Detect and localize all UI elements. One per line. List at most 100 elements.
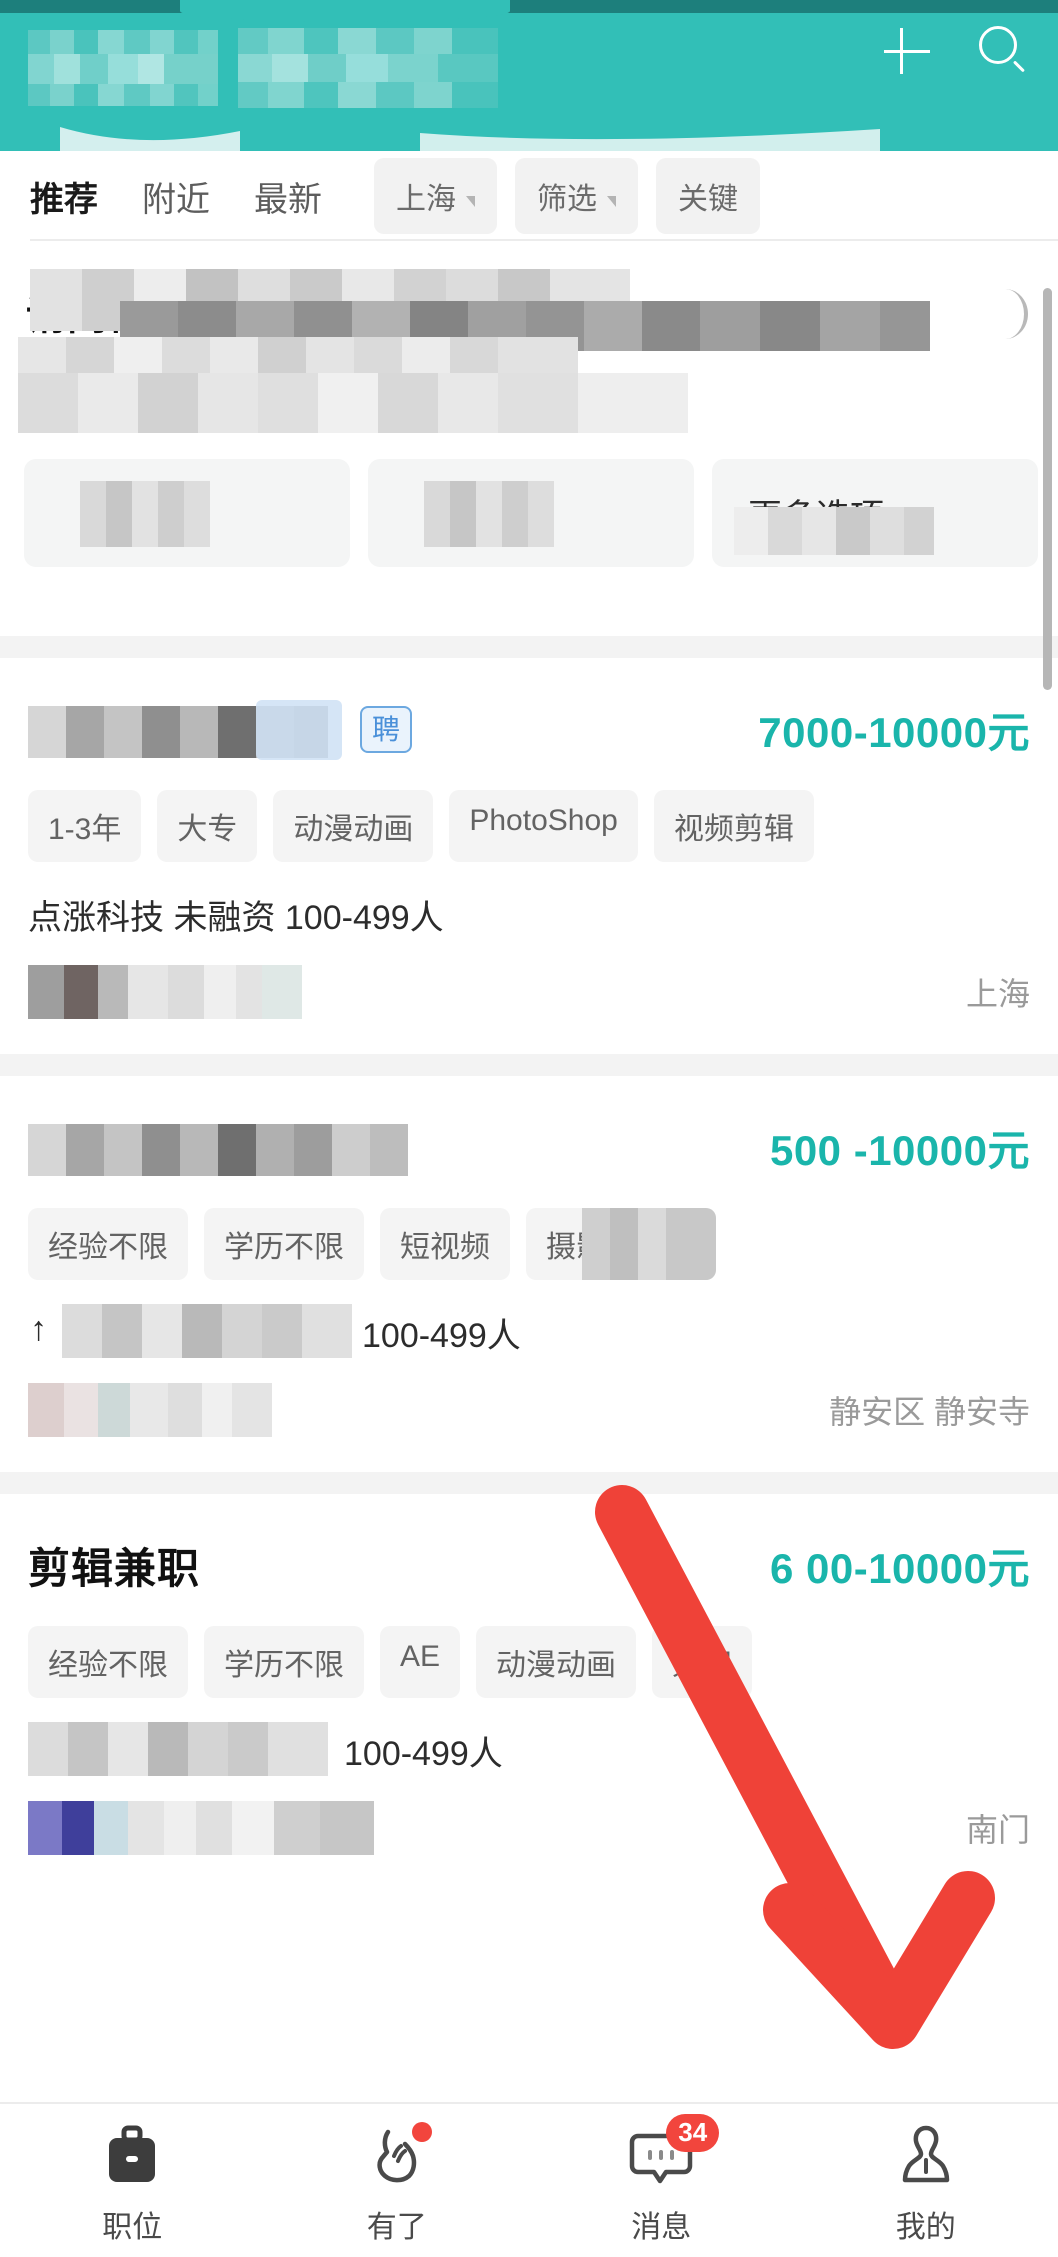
chat-bubble-icon: 34	[628, 2114, 720, 2188]
job-3-footer: 南门	[28, 1800, 1030, 1856]
job-2-hr-censor	[28, 1383, 272, 1437]
job-2-footer: 静安区 静安寺	[28, 1382, 1030, 1438]
survey-option-1-censor	[80, 481, 210, 547]
job-2-tag-2: 短视频	[380, 1208, 510, 1280]
nav-item-youle[interactable]: 有了	[265, 2122, 530, 2246]
nav-item-jobs[interactable]: 职位	[0, 2122, 265, 2246]
job-2-salary: 500 -10000元	[769, 1126, 1030, 1174]
search-icon-circle	[979, 26, 1017, 64]
header-band-notch	[180, 0, 510, 22]
survey-option-2-censor	[424, 481, 554, 547]
job-3-tag-3: 动漫动画	[476, 1626, 637, 1698]
survey-option-1[interactable]	[24, 459, 350, 567]
job-3-tag-2: AE	[380, 1626, 461, 1698]
app-root: 推荐 附近 最新 上海 筛选 关键 请问你喜 哪三类型的职	[0, 0, 1058, 2257]
header-title-censored-2	[238, 28, 498, 108]
job-3-header: 剪辑兼职 6 00-10000元	[28, 1534, 1030, 1596]
header-wave-decoration	[60, 127, 880, 151]
survey-card[interactable]: 请问你喜 哪三类型的职 更多选项	[0, 241, 1058, 636]
job-1-tag-1: 大专	[157, 790, 258, 862]
job-1-hr-censor	[28, 965, 302, 1019]
job-2-tags: 经验不限 学历不限 短视频 摄影	[28, 1208, 1030, 1280]
job-2-company-caret-icon: ↑	[30, 1310, 47, 1348]
job-3-title-wrap: 剪辑兼职	[28, 1534, 200, 1596]
tab-nearby[interactable]: 附近	[142, 172, 210, 221]
filter-chip-group: 上海 筛选 关键	[374, 158, 760, 234]
section-divider-3	[0, 1472, 1058, 1494]
job-3-hr-censor	[28, 1801, 374, 1855]
job-1-tag-4: 视频剪辑	[653, 790, 814, 862]
survey-option-more[interactable]: 更多选项	[712, 459, 1038, 567]
job-2-location: 静安区 静安寺	[829, 1394, 1030, 1430]
bottom-navigation: 职位 有了 34 消息 我的	[0, 2102, 1058, 2257]
chip-keyword-label: 关键	[678, 183, 738, 216]
job-3-title: 剪辑兼职	[28, 1544, 201, 1592]
chip-filter[interactable]: 筛选	[515, 158, 638, 234]
job-2-company-line: ↑ 100-499人	[28, 1304, 1030, 1358]
job-2-tag-0: 经验不限	[28, 1208, 188, 1280]
app-header	[0, 0, 1058, 151]
job-2-company: 100-499人	[362, 1317, 521, 1355]
header-top-band	[0, 0, 1058, 22]
nav-item-profile[interactable]: 我的	[794, 2122, 1058, 2246]
nav-messages-badge: 34	[666, 2114, 720, 2152]
nav-label-jobs: 职位	[102, 2211, 163, 2244]
job-1-tag-3: PhotoShop	[449, 790, 638, 862]
chevron-right-icon	[990, 289, 1028, 339]
job-3-tag-4: 兼职	[652, 1626, 753, 1698]
job-3-company: 100-499人	[344, 1735, 503, 1773]
job-card-3[interactable]: 剪辑兼职 6 00-10000元 经验不限 学历不限 AE 动漫动画 兼职 10…	[0, 1494, 1058, 1890]
job-3-company-line: 100-499人	[28, 1722, 1030, 1776]
section-divider-1	[0, 636, 1058, 658]
chip-city[interactable]: 上海	[374, 158, 497, 234]
job-2-tag-3-censor	[582, 1208, 716, 1280]
job-3-company-censor	[28, 1722, 328, 1776]
chevron-down-icon	[607, 195, 616, 207]
chip-city-label: 上海	[396, 183, 456, 216]
job-3-location: 南门	[965, 1812, 1030, 1848]
job-3-tags: 经验不限 学历不限 AE 动漫动画 兼职	[28, 1626, 1030, 1698]
job-2-title-censor	[28, 1124, 408, 1176]
job-card-2[interactable]: 摄影助 500 -10000元 经验不限 学历不限 短视频 摄影 ↑ 100-4…	[0, 1076, 1058, 1472]
chip-keyword[interactable]: 关键	[656, 158, 760, 234]
job-1-footer: 上海	[28, 964, 1030, 1020]
job-1-title-wrap: 聘	[28, 698, 413, 760]
filter-tabbar: 推荐 附近 最新 上海 筛选 关键	[0, 151, 1058, 241]
job-1-salary: 7000-10000元	[758, 708, 1030, 756]
header-title-censored-1	[28, 30, 218, 106]
nav-label-youle: 有了	[366, 2211, 427, 2244]
tab-recommend[interactable]: 推荐	[30, 172, 98, 221]
search-icon-handle	[1012, 60, 1025, 73]
nav-youle-dot	[411, 2122, 432, 2142]
briefcase-icon	[99, 2122, 165, 2188]
search-icon[interactable]	[974, 22, 1032, 80]
job-2-tag-3: 摄影	[526, 1208, 716, 1280]
plus-icon[interactable]	[878, 22, 936, 80]
nav-item-messages[interactable]: 34 消息	[529, 2114, 794, 2246]
tab-latest[interactable]: 最新	[254, 172, 322, 221]
job-2-tag-1: 学历不限	[204, 1208, 364, 1280]
job-1-pin-badge: 聘	[360, 705, 413, 753]
job-1-company: 点涨科技 未融资 100-499人	[28, 899, 444, 937]
nav-label-profile: 我的	[895, 2211, 956, 2244]
job-1-pin-badge-censor	[256, 700, 342, 760]
header-actions	[878, 22, 1032, 80]
job-1-header: 聘 7000-10000元	[28, 698, 1030, 760]
job-1-company-line: 点涨科技 未融资 100-499人	[28, 890, 1030, 937]
section-divider-2	[0, 1054, 1058, 1076]
survey-option-2[interactable]	[368, 459, 694, 567]
job-3-salary: 6 00-10000元	[769, 1544, 1030, 1592]
job-1-tags: 1-3年 大专 动漫动画 PhotoShop 视频剪辑	[28, 790, 1030, 862]
job-2-header: 摄影助 500 -10000元	[28, 1116, 1030, 1178]
job-3-tag-0: 经验不限	[28, 1626, 188, 1698]
survey-option-list: 更多选项	[24, 459, 1038, 567]
hand-tap-icon	[364, 2122, 432, 2188]
job-1-tag-0: 1-3年	[28, 790, 142, 862]
job-3-tag-1: 学历不限	[204, 1626, 364, 1698]
job-2-company-censor	[62, 1304, 352, 1358]
job-1-tag-2: 动漫动画	[273, 790, 434, 862]
vertical-scrollbar[interactable]	[1043, 288, 1052, 690]
job-1-location: 上海	[965, 976, 1030, 1012]
job-card-1[interactable]: 聘 7000-10000元 1-3年 大专 动漫动画 PhotoShop 视频剪…	[0, 658, 1058, 1054]
survey-option-more-censor	[734, 507, 934, 555]
